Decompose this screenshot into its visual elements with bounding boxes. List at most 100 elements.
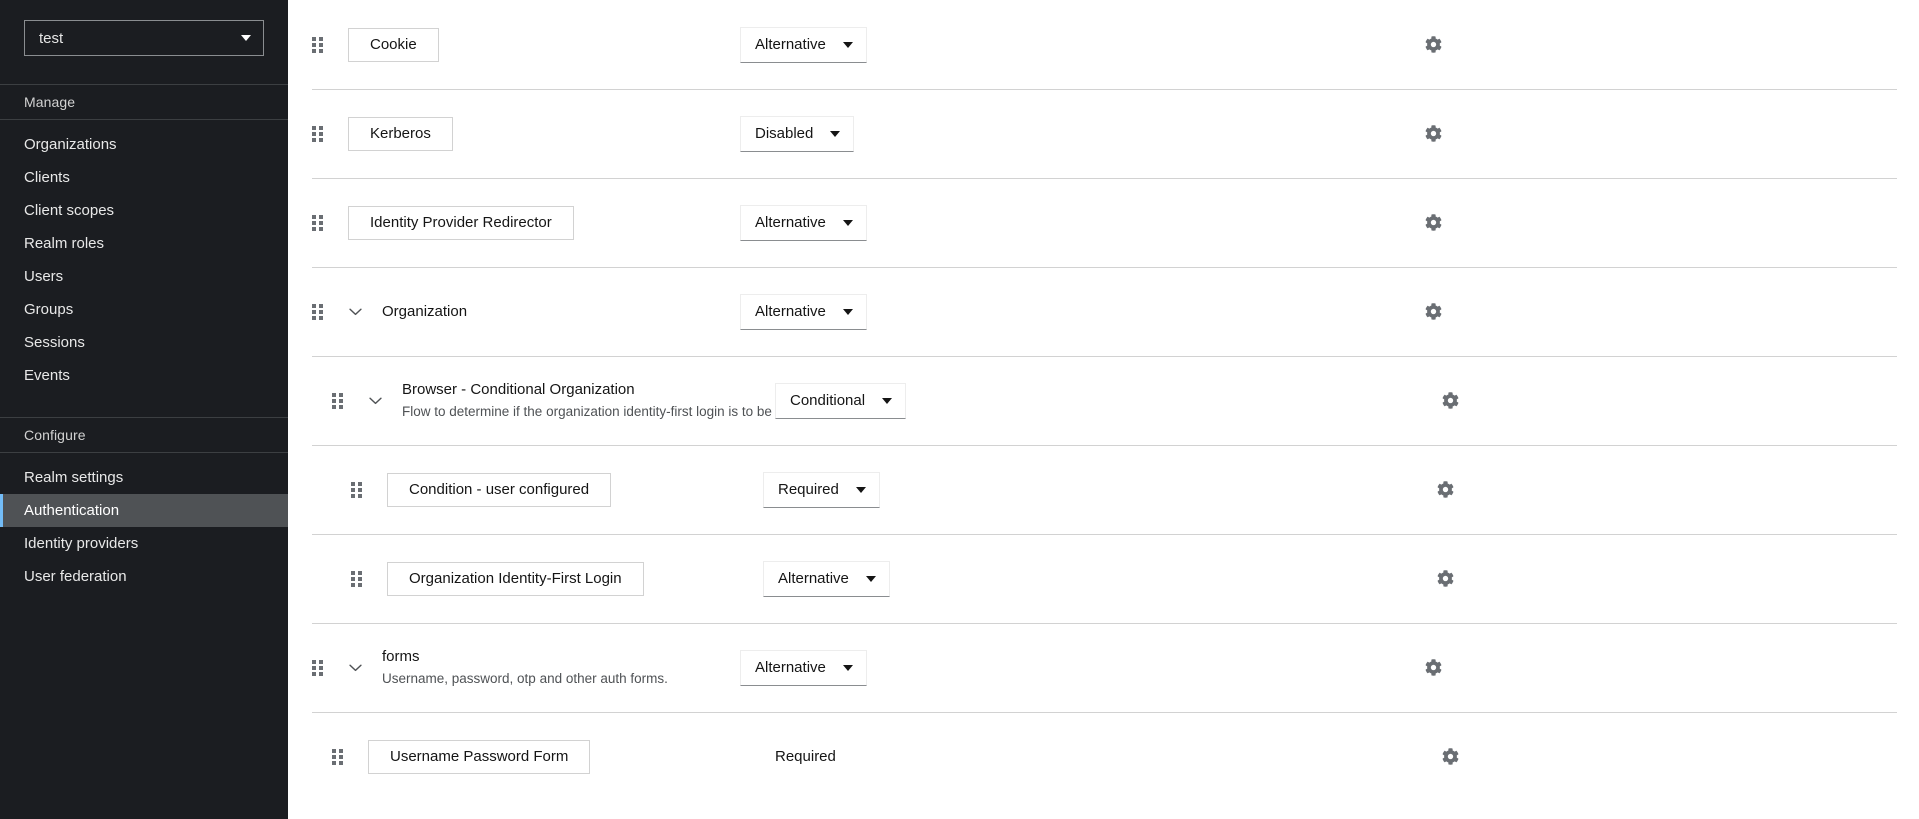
realm-selector[interactable]: test	[24, 20, 264, 56]
sidebar-item-sessions[interactable]: Sessions	[0, 326, 288, 359]
sidebar-sections: ManageOrganizationsClientsClient scopesR…	[0, 84, 288, 593]
caret-down-icon	[830, 131, 840, 137]
gear-icon[interactable]	[1433, 740, 1467, 774]
chevron-down-icon[interactable]	[344, 308, 366, 316]
sidebar-item-realm-settings[interactable]: Realm settings	[0, 461, 288, 494]
requirement-select-value: Alternative	[755, 36, 826, 53]
sidebar: test ManageOrganizationsClientsClient sc…	[0, 0, 288, 819]
requirement-column: Alternative	[740, 294, 867, 330]
sidebar-item-realm-roles[interactable]: Realm roles	[0, 227, 288, 260]
caret-down-icon	[843, 220, 853, 226]
sidebar-item-clients[interactable]: Clients	[0, 161, 288, 194]
flow-row-name-column: Organization	[326, 302, 467, 322]
app-root: test ManageOrganizationsClientsClient sc…	[0, 0, 1919, 819]
gear-icon[interactable]	[1416, 295, 1450, 329]
flow-row: Cookie Alternative	[288, 0, 1919, 89]
flow-step-description: Flow to determine if the organization id…	[402, 402, 805, 422]
flow-row: Kerberos Disabled	[288, 89, 1919, 178]
drag-handle-icon[interactable]	[332, 749, 346, 765]
gear-icon[interactable]	[1416, 206, 1450, 240]
gear-icon[interactable]	[1428, 562, 1462, 596]
requirement-select[interactable]: Alternative	[763, 561, 890, 597]
flow-step-chip[interactable]: Kerberos	[348, 117, 453, 151]
sidebar-item-label: Authentication	[24, 502, 119, 519]
drag-handle-icon[interactable]	[312, 126, 326, 142]
requirement-column: Alternative	[740, 650, 867, 686]
flow-step-chip[interactable]: Organization Identity-First Login	[387, 562, 644, 596]
flow-row: Condition - user configured Required	[288, 445, 1919, 534]
sidebar-item-label: Groups	[24, 301, 73, 318]
chevron-down-icon[interactable]	[364, 397, 386, 405]
flow-step-title: Organization	[382, 302, 467, 322]
requirement-column: Required	[763, 472, 880, 508]
flow-row: Organization Identity-First Login Alterna…	[288, 534, 1919, 623]
sidebar-section-header: Configure	[0, 417, 288, 453]
gear-icon[interactable]	[1433, 384, 1467, 418]
flow-step-description: Username, password, otp and other auth f…	[382, 669, 668, 689]
sidebar-item-events[interactable]: Events	[0, 359, 288, 392]
sidebar-item-label: Sessions	[24, 334, 85, 351]
sidebar-item-label: Organizations	[24, 136, 117, 153]
drag-handle-icon[interactable]	[312, 37, 326, 53]
caret-down-icon	[843, 665, 853, 671]
requirement-select[interactable]: Alternative	[740, 205, 867, 241]
sidebar-item-groups[interactable]: Groups	[0, 293, 288, 326]
flow-row-list: Cookie Alternative Kerberos Disabled Identit…	[288, 0, 1919, 801]
flow-row: Username Password Form Required	[288, 712, 1919, 801]
requirement-column: Alternative	[740, 205, 867, 241]
drag-handle-icon[interactable]	[351, 571, 365, 587]
drag-handle-icon[interactable]	[332, 393, 346, 409]
requirement-column: Required	[775, 748, 836, 765]
drag-handle-icon[interactable]	[312, 660, 326, 676]
sidebar-item-user-federation[interactable]: User federation	[0, 560, 288, 593]
drag-handle-icon[interactable]	[312, 215, 326, 231]
sidebar-section-list: Organizations Clients Client scopes Realm r…	[0, 120, 288, 392]
realm-selector-container: test	[0, 0, 288, 84]
sidebar-item-organizations[interactable]: Organizations	[0, 128, 288, 161]
requirement-select-value: Alternative	[755, 659, 826, 676]
sidebar-item-label: Clients	[24, 169, 70, 186]
chevron-down-icon[interactable]	[344, 664, 366, 672]
caret-down-icon	[882, 398, 892, 404]
sidebar-item-label: Realm settings	[24, 469, 123, 486]
sidebar-item-label: Client scopes	[24, 202, 114, 219]
sidebar-item-client-scopes[interactable]: Client scopes	[0, 194, 288, 227]
drag-handle-icon[interactable]	[351, 482, 365, 498]
sidebar-item-label: Events	[24, 367, 70, 384]
sidebar-item-label: Identity providers	[24, 535, 138, 552]
gear-icon[interactable]	[1428, 473, 1462, 507]
requirement-select[interactable]: Alternative	[740, 27, 867, 63]
requirement-select-value: Conditional	[790, 392, 865, 409]
flow-step-chip[interactable]: Identity Provider Redirector	[348, 206, 574, 240]
caret-down-icon	[843, 42, 853, 48]
flow-step-title-block: Browser - Conditional OrganizationFlow t…	[402, 380, 805, 422]
requirement-column: Alternative	[740, 27, 867, 63]
flow-step-chip[interactable]: Cookie	[348, 28, 439, 62]
requirement-static-text: Required	[775, 748, 836, 765]
flow-step-title: forms	[382, 647, 668, 667]
requirement-select[interactable]: Alternative	[740, 294, 867, 330]
requirement-select[interactable]: Conditional	[775, 383, 906, 419]
sidebar-item-users[interactable]: Users	[0, 260, 288, 293]
flow-row-name-column: Cookie	[326, 28, 439, 62]
flow-step-chip[interactable]: Condition - user configured	[387, 473, 611, 507]
caret-down-icon	[856, 487, 866, 493]
gear-icon[interactable]	[1416, 117, 1450, 151]
flow-step-chip[interactable]: Username Password Form	[368, 740, 590, 774]
flow-row-name-column: Organization Identity-First Login	[365, 562, 644, 596]
sidebar-item-identity-providers[interactable]: Identity providers	[0, 527, 288, 560]
sidebar-item-authentication[interactable]: Authentication	[0, 494, 288, 527]
flow-row-name-column: Username Password Form	[346, 740, 590, 774]
drag-handle-icon[interactable]	[312, 304, 326, 320]
requirement-column: Conditional	[775, 383, 906, 419]
requirement-select[interactable]: Disabled	[740, 116, 854, 152]
caret-down-icon	[843, 309, 853, 315]
authentication-flow-panel: Cookie Alternative Kerberos Disabled Identit…	[288, 0, 1919, 819]
requirement-select[interactable]: Required	[763, 472, 880, 508]
gear-icon[interactable]	[1416, 651, 1450, 685]
requirement-select-value: Alternative	[755, 214, 826, 231]
sidebar-item-label: User federation	[24, 568, 127, 585]
requirement-select[interactable]: Alternative	[740, 650, 867, 686]
gear-icon[interactable]	[1416, 28, 1450, 62]
sidebar-item-label: Realm roles	[24, 235, 104, 252]
